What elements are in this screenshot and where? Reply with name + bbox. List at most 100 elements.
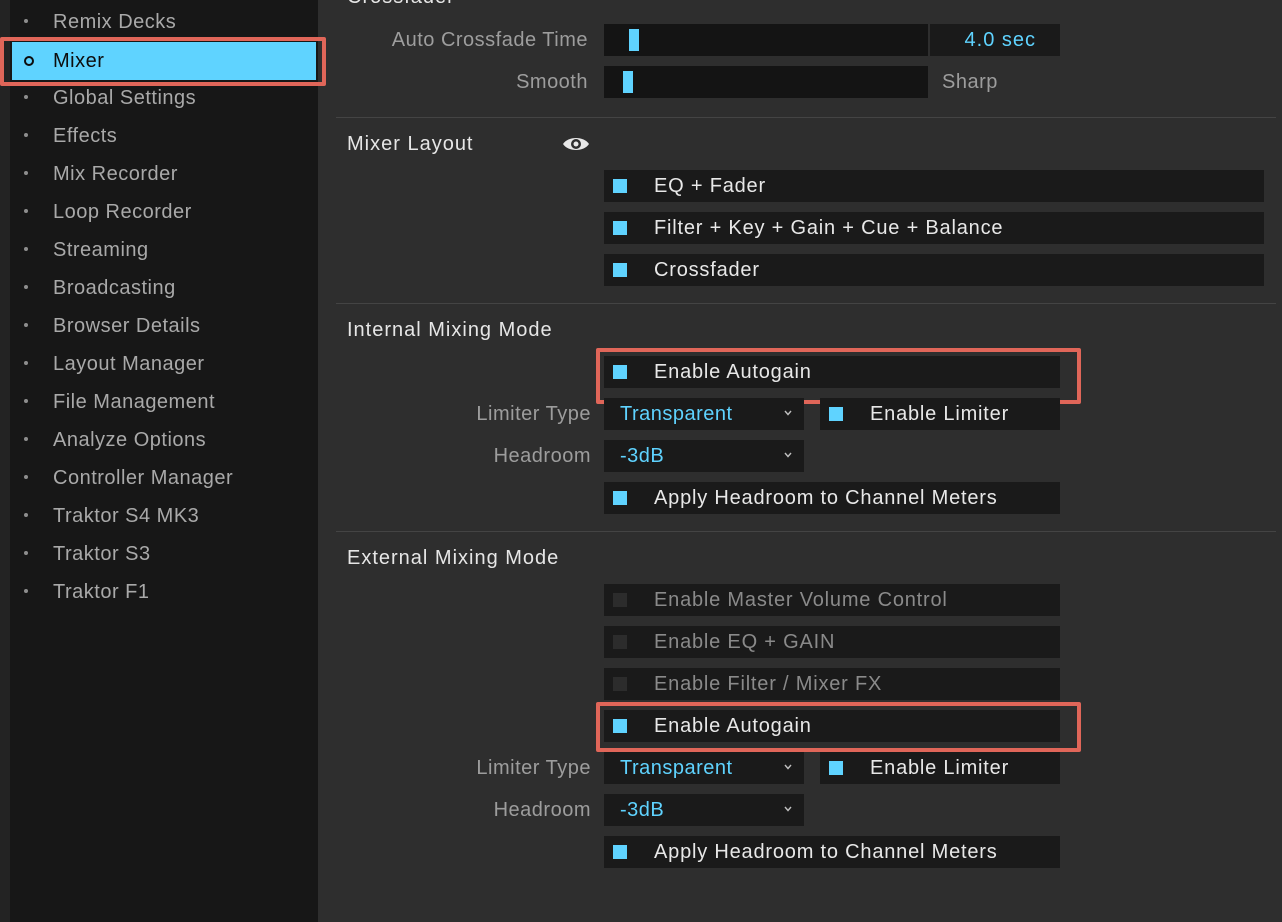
checkbox-label: Enable Limiter (870, 403, 1010, 425)
internal-limiter-type-dropdown[interactable]: Transparent (604, 398, 804, 430)
bullet-icon (24, 171, 28, 175)
checkbox-icon[interactable] (613, 593, 627, 607)
sidebar-item-label: Mixer (53, 50, 105, 72)
external-headroom-label: Headroom (493, 799, 591, 821)
auto-crossfade-value[interactable]: 4.0 sec (930, 24, 1060, 56)
external-apply-headroom-checkbox[interactable]: Apply Headroom to Channel Meters (604, 836, 1060, 868)
bullet-icon (24, 209, 28, 213)
slider-handle[interactable] (628, 29, 639, 51)
sidebar-item-global-settings[interactable]: Global Settings (12, 79, 316, 117)
bullet-icon (24, 247, 28, 251)
checkbox-icon[interactable] (613, 845, 627, 859)
checkbox-icon[interactable] (613, 221, 627, 235)
chevron-down-icon (784, 452, 792, 458)
auto-crossfade-value-text: 4.0 sec (964, 29, 1036, 51)
dropdown-value: Transparent (620, 403, 733, 425)
external-enable-filter-fx-checkbox[interactable]: Enable Filter / Mixer FX (604, 668, 1060, 700)
section-divider (336, 117, 1276, 118)
checkbox-label: Filter + Key + Gain + Cue + Balance (654, 217, 1004, 239)
external-enable-limiter-checkbox[interactable]: Enable Limiter (820, 752, 1060, 784)
sidebar-item-traktor-s4-mk3[interactable]: Traktor S4 MK3 (12, 497, 316, 535)
sidebar-item-traktor-f1[interactable]: Traktor F1 (12, 573, 316, 611)
internal-limiter-type-label: Limiter Type (476, 403, 591, 425)
section-title-mixer-layout: Mixer Layout (347, 133, 474, 155)
chevron-down-icon (784, 764, 792, 770)
external-enable-master-volume-checkbox[interactable]: Enable Master Volume Control (604, 584, 1060, 616)
checkbox-label: Apply Headroom to Channel Meters (654, 487, 998, 509)
checkbox-icon[interactable] (613, 491, 627, 505)
sidebar-item-label: Mix Recorder (53, 163, 178, 185)
sidebar-item-label: Controller Manager (53, 467, 234, 489)
checkbox-icon[interactable] (829, 761, 843, 775)
checkbox-icon[interactable] (613, 263, 627, 277)
checkbox-icon[interactable] (829, 407, 843, 421)
section-divider (336, 531, 1276, 532)
sidebar-item-broadcasting[interactable]: Broadcasting (12, 269, 316, 307)
sidebar-item-streaming[interactable]: Streaming (12, 231, 316, 269)
chevron-down-icon (784, 410, 792, 416)
sidebar-item-traktor-s3[interactable]: Traktor S3 (12, 535, 316, 573)
sidebar-item-label: Layout Manager (53, 353, 205, 375)
checkbox-label: Enable EQ + GAIN (654, 631, 836, 653)
bullet-icon (24, 551, 28, 555)
bullet-icon (24, 133, 28, 137)
sidebar-item-loop-recorder[interactable]: Loop Recorder (12, 193, 316, 231)
checkbox-label: Apply Headroom to Channel Meters (654, 841, 998, 863)
internal-apply-headroom-checkbox[interactable]: Apply Headroom to Channel Meters (604, 482, 1060, 514)
sidebar-item-browser-details[interactable]: Browser Details (12, 307, 316, 345)
sidebar-item-file-management[interactable]: File Management (12, 383, 316, 421)
bullet-icon (24, 437, 28, 441)
internal-headroom-label: Headroom (493, 445, 591, 467)
checkbox-crossfader[interactable]: Crossfader (604, 254, 1264, 286)
sidebar-item-label: Remix Decks (53, 11, 177, 33)
bullet-icon (24, 19, 28, 23)
bullet-icon (24, 323, 28, 327)
internal-enable-autogain-checkbox[interactable]: Enable Autogain (604, 356, 1060, 388)
checkbox-label: Enable Autogain (654, 715, 812, 737)
auto-crossfade-slider[interactable] (604, 24, 928, 56)
checkbox-icon[interactable] (613, 365, 627, 379)
sidebar-item-label: File Management (53, 391, 216, 413)
external-enable-autogain-checkbox[interactable]: Enable Autogain (604, 710, 1060, 742)
sidebar-item-controller-manager[interactable]: Controller Manager (12, 459, 316, 497)
chevron-down-icon (784, 806, 792, 812)
sidebar-item-label: Traktor S4 MK3 (53, 505, 200, 527)
section-title-external-mixing-mode: External Mixing Mode (347, 547, 560, 569)
sidebar-item-label: Effects (53, 125, 118, 147)
bullet-icon (24, 95, 28, 99)
external-enable-eq-gain-checkbox[interactable]: Enable EQ + GAIN (604, 626, 1060, 658)
section-title-crossfader: Crossfader (347, 0, 455, 9)
dropdown-value: -3dB (620, 799, 665, 821)
bullet-icon (24, 399, 28, 403)
sidebar-item-remix-decks[interactable]: Remix Decks (12, 3, 316, 41)
bullet-icon (24, 285, 28, 289)
eye-icon[interactable] (561, 135, 591, 153)
sidebar-item-label: Analyze Options (53, 429, 207, 451)
external-headroom-dropdown[interactable]: -3dB (604, 794, 804, 826)
sidebar-item-layout-manager[interactable]: Layout Manager (12, 345, 316, 383)
sidebar-item-label: Traktor F1 (53, 581, 150, 603)
sidebar-item-effects[interactable]: Effects (12, 117, 316, 155)
dropdown-value: Transparent (620, 757, 733, 779)
crossfader-curve-slider[interactable] (604, 66, 928, 98)
sharp-label: Sharp (942, 71, 998, 93)
sidebar-item-analyze-options[interactable]: Analyze Options (12, 421, 316, 459)
slider-handle[interactable] (622, 71, 633, 93)
sidebar-item-label: Streaming (53, 239, 149, 261)
checkbox-icon[interactable] (613, 677, 627, 691)
sidebar-item-label: Loop Recorder (53, 201, 192, 223)
internal-enable-limiter-checkbox[interactable]: Enable Limiter (820, 398, 1060, 430)
checkbox-label: EQ + Fader (654, 175, 766, 197)
sidebar-item-mix-recorder[interactable]: Mix Recorder (12, 155, 316, 193)
checkbox-icon[interactable] (613, 179, 627, 193)
internal-headroom-dropdown[interactable]: -3dB (604, 440, 804, 472)
external-limiter-type-dropdown[interactable]: Transparent (604, 752, 804, 784)
checkbox-eq-fader[interactable]: EQ + Fader (604, 170, 1264, 202)
sidebar-item-label: Browser Details (53, 315, 201, 337)
checkbox-icon[interactable] (613, 635, 627, 649)
sidebar-item-label: Global Settings (53, 87, 197, 109)
sidebar-item-mixer[interactable]: Mixer (12, 42, 316, 80)
checkbox-filter-key-gain-cue-balance[interactable]: Filter + Key + Gain + Cue + Balance (604, 212, 1264, 244)
checkbox-icon[interactable] (613, 719, 627, 733)
sidebar-item-label: Traktor S3 (53, 543, 151, 565)
